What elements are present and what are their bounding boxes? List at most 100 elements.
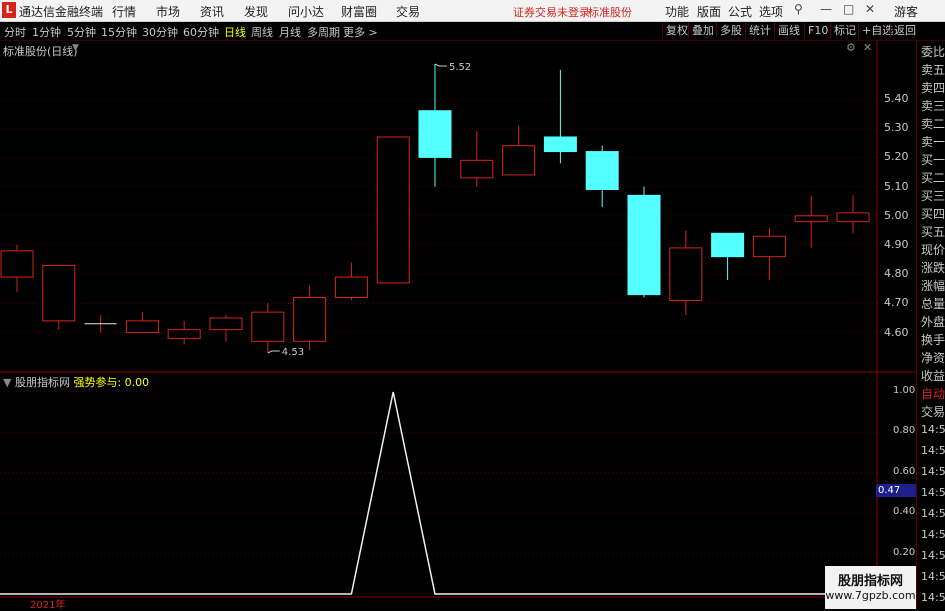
quote-row-label: 买四 [921,207,945,221]
watermark-text: 股朋指标网 [837,574,903,589]
candle-body [627,194,661,296]
candle[interactable] [627,186,661,298]
price-tick-label: 4.80 [884,267,909,281]
candle-body [669,247,703,301]
tick-time: 14:56 [921,570,945,583]
chart-title-dropdown-icon[interactable]: ▼ [72,43,79,53]
candle-body [167,329,201,339]
candle-body [794,215,828,223]
quote-row-label: 买三 [921,189,945,203]
tick-time: 14:56 [921,465,945,478]
quote-row-label: 收益 [921,369,945,383]
settings-icon[interactable]: ⚙ [846,41,856,54]
quote-row-label: 总量 [921,297,945,311]
candle[interactable] [209,315,243,342]
tick-time: 14:56 [921,444,945,457]
indicator-series-line [0,391,877,595]
quote-row-label: 外盘 [921,315,945,329]
candle-body [543,136,577,153]
candle-body [836,212,870,223]
candle[interactable] [84,315,117,333]
price-tick-label: 5.10 [884,179,909,193]
candle-body [418,110,452,158]
price-tick-label: 5.20 [884,150,909,164]
candle-body [502,145,536,176]
indicator-tick-label: 0.20 [893,546,916,558]
tick-time: 14:56 [921,423,945,436]
tick-time: 14:56 [921,507,945,520]
candle[interactable] [585,145,619,208]
candle[interactable] [42,264,76,330]
watermark-url: www.7gpzb.com [825,589,916,602]
indicator-current-marker: 0.47 [876,484,918,497]
chart-canvas[interactable]: 5.52 4.53 [0,0,945,609]
tick-time: 14:56 [921,486,945,499]
indicator-value: 强势参与: 0.00 [73,376,150,389]
candle-body [209,317,243,331]
quote-row-label: 现价 [921,243,945,257]
quote-row-label: 买二 [921,171,945,185]
candle[interactable] [794,195,828,248]
quote-row-label: 卖四 [921,81,945,95]
candle[interactable] [669,230,703,316]
candle-body [251,311,285,342]
candle[interactable] [334,262,368,301]
candle-body [125,320,159,334]
price-tick-label: 4.90 [884,237,909,251]
candle[interactable] [293,285,327,351]
quote-row-label: 买五 [921,225,945,239]
candle[interactable] [711,232,745,281]
candle[interactable] [460,131,494,187]
candle[interactable] [502,125,536,176]
candle-body [334,276,368,299]
quote-row-label: 卖五 [921,63,945,77]
quote-row-label: 买一 [921,153,945,167]
quote-row-label: 卖一 [921,135,945,149]
quote-panel: 委比 卖五 卖四 卖三 卖二 卖一 买一 买二 买三 买四 买五 现价 涨跌 涨幅 总量 外盘 换手 净资 收益 自动… [916,41,945,609]
candle-body [42,264,76,322]
candle[interactable] [376,136,410,284]
quote-row-label: 涨跌 [921,261,945,275]
candle-body [376,136,410,284]
quote-row-label: 委比 [921,45,945,59]
price-tick-label: 5.00 [884,208,909,222]
candle-body [460,159,494,179]
candle[interactable] [418,64,452,187]
candle-body [752,235,786,258]
indicator-header: ▼ 股朋指标网 强势参与: 0.00 [3,374,149,390]
quote-row-label: 净资 [921,351,945,365]
tick-time: 14:56 [921,549,945,562]
trade-label[interactable]: 交易 [921,403,945,420]
candle[interactable] [125,312,159,334]
indicator-name[interactable]: 股朋指标网 [15,376,70,389]
indicator-tick-label: 0.80 [893,425,916,437]
close-pane-icon[interactable]: ✕ [863,41,872,54]
chart-title: 标准股份(日线) [3,45,78,58]
candle[interactable] [251,303,285,353]
candle[interactable] [752,227,786,281]
candle-body [0,250,34,278]
candle-body [585,151,619,191]
tick-time: 14:56 [921,528,945,541]
price-tick-label: 4.70 [884,296,909,310]
auto-mode-label[interactable]: 自动 [921,385,945,402]
candle[interactable] [167,320,201,345]
indicator-tick-label: 0.40 [893,506,916,518]
extreme-pointer [267,350,280,354]
candle-body [711,232,745,258]
candle[interactable] [836,195,870,234]
indicator-tick-label: 0.60 [893,465,916,477]
price-tick-label: 5.30 [884,121,909,135]
indicator-dropdown-icon[interactable]: ▼ [3,376,11,389]
price-tick-label: 4.60 [884,325,909,339]
high-label: 5.52 [449,62,471,73]
candle-body [293,297,327,342]
tick-time: 14:56 [921,591,945,604]
quote-row-label: 卖二 [921,117,945,131]
candle[interactable] [543,69,577,164]
quote-row-label: 换手 [921,333,945,347]
price-tick-label: 5.40 [884,92,909,106]
indicator-tick-label: 1.00 [893,385,916,396]
candle[interactable] [0,244,34,292]
watermark-logo: 股朋指标网 www.7gpzb.com [825,566,916,609]
